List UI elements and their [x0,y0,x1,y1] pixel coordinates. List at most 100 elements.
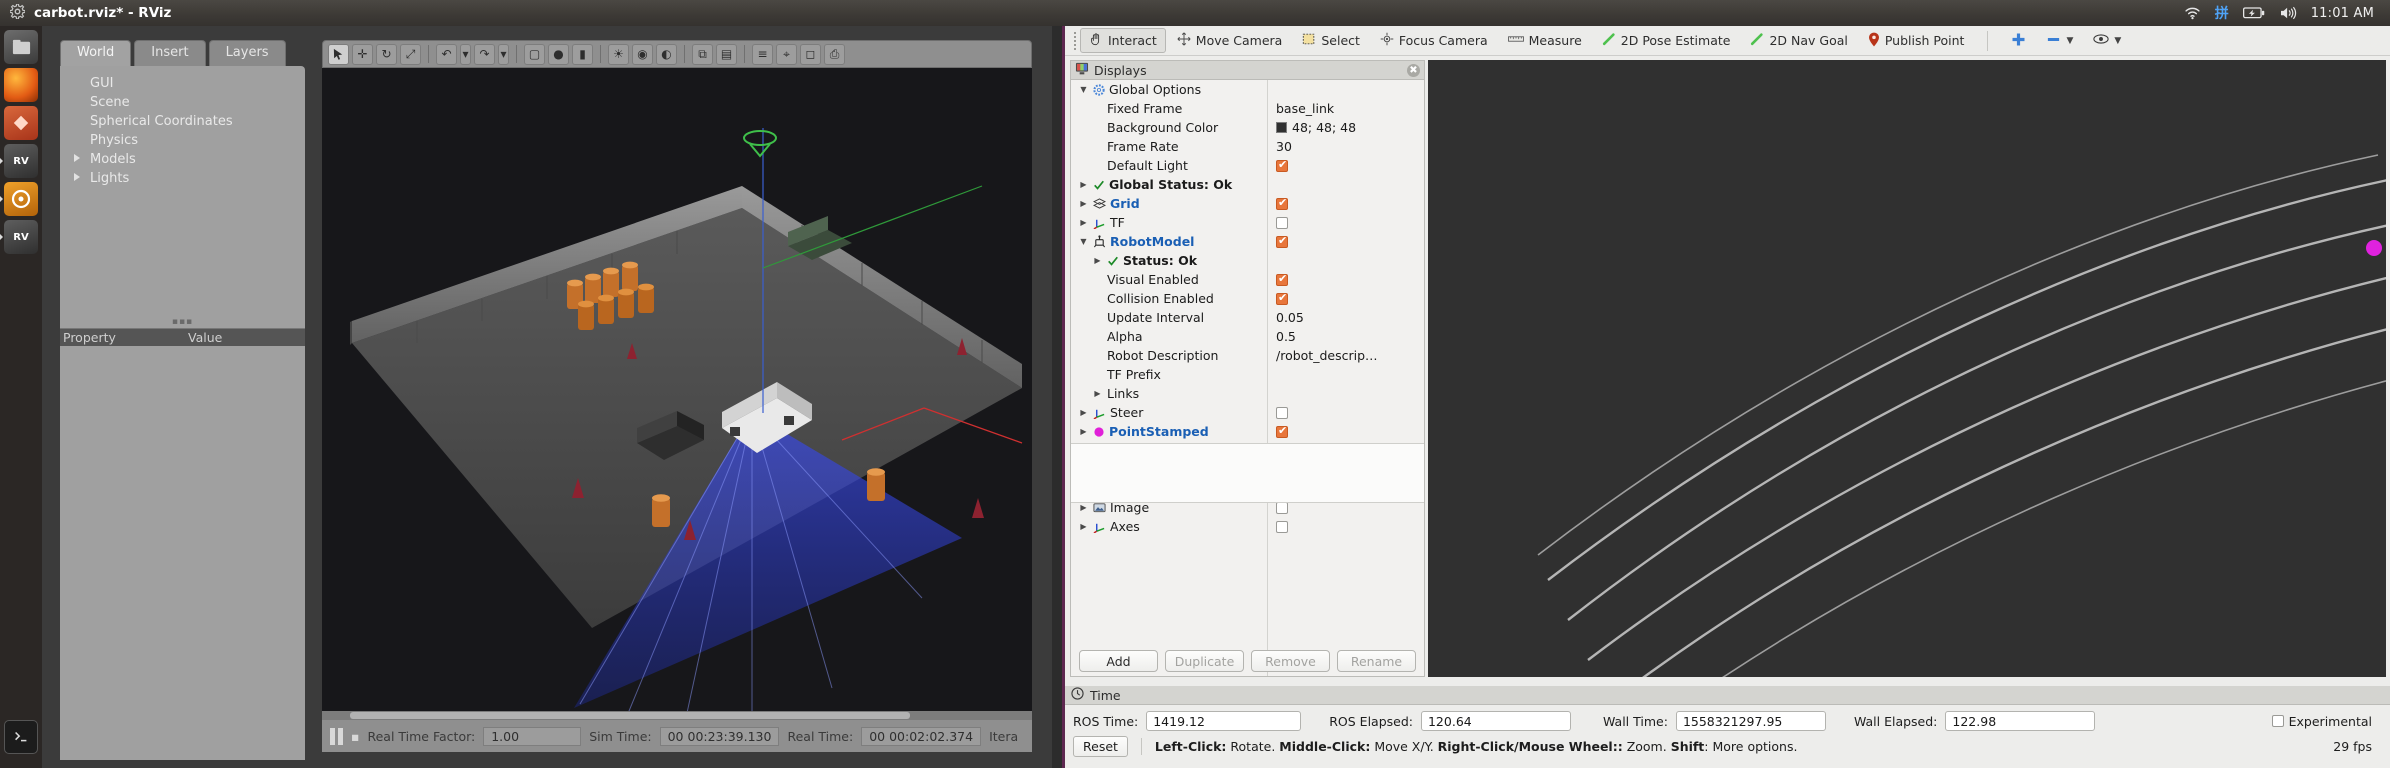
scale-icon[interactable]: ⤢ [400,44,421,65]
display-row-value[interactable] [1276,426,1288,438]
gazebo-horizontal-scrollbar[interactable] [322,711,1032,720]
display-row-value[interactable] [1276,198,1288,210]
display-row-value[interactable] [1276,407,1288,419]
expand-arrow-models-icon[interactable] [74,154,80,162]
ros-elapsed-input[interactable]: 120.64 [1421,711,1571,731]
display-row-value[interactable] [1276,502,1288,514]
display-row-value[interactable] [1276,217,1288,229]
display-row-collision-enabled[interactable]: Collision Enabled [1071,289,1424,308]
step-icon[interactable]: ▪ [351,729,359,744]
rviz-3d-viewport[interactable] [1428,60,2386,677]
sphere-icon[interactable]: ● [548,44,569,65]
undo-dropdown-icon[interactable]: ▾ [460,44,471,65]
launcher-item-rviz-icon-1[interactable]: RV [4,144,38,178]
world-node-physics[interactable]: Physics [60,131,305,150]
add-button[interactable]: Add [1079,650,1158,672]
clock[interactable]: 11:01 AM [2311,6,2374,21]
collapse-twisty-icon[interactable]: ▼ [1078,85,1089,94]
display-row-default-light[interactable]: Default Light [1071,156,1424,175]
box-icon[interactable]: ▢ [524,44,545,65]
scrollbar-thumb[interactable] [350,712,910,719]
tool-publish-point[interactable]: Publish Point [1859,28,1974,54]
checkbox-checked[interactable] [1276,293,1288,305]
viewport-overlay[interactable] [1428,60,2386,677]
display-row-frame-rate[interactable]: Frame Rate30 [1071,137,1424,156]
chevron-down-icon-2[interactable]: ▼ [2114,36,2121,46]
copy-icon[interactable]: ⧉ [692,44,713,65]
tool-interact[interactable]: Interact [1080,28,1166,53]
display-row-value[interactable]: 30 [1276,139,1292,154]
tool-move-camera[interactable]: Move Camera [1168,28,1292,53]
display-row-robotmodel[interactable]: ▼RobotModel [1071,232,1424,251]
display-row-value[interactable]: 0.05 [1276,310,1304,325]
display-row-background-color[interactable]: Background Color48; 48; 48 [1071,118,1424,137]
tab-world[interactable]: World [60,40,131,66]
display-row-axes[interactable]: ▶Axes [1071,517,1424,536]
expand-twisty-icon[interactable]: ▶ [1078,199,1089,208]
expand-twisty-icon[interactable]: ▶ [1092,389,1103,398]
battery-icon[interactable] [2243,7,2265,19]
experimental-checkbox[interactable] [2272,715,2284,727]
add-tool-button[interactable] [2002,28,2035,54]
wall-time-input[interactable]: 1558321297.95 [1676,711,1826,731]
app-menu-icon[interactable] [10,4,25,23]
launcher-item-rviz-icon-2[interactable]: RV [4,220,38,254]
select-arrow-icon[interactable] [328,44,349,65]
launcher-item-terminal-icon[interactable] [4,720,38,754]
world-node-gui[interactable]: GUI [60,74,305,93]
remove-button[interactable]: Remove [1251,650,1330,672]
launcher-item-firefox-icon[interactable] [4,68,38,102]
redo-icon[interactable]: ↷ [474,44,495,65]
input-method-icon[interactable]: 拼 [2215,3,2229,23]
expand-twisty-icon[interactable]: ▶ [1092,256,1103,265]
screenshot-icon[interactable]: ⎙ [824,44,845,65]
expand-twisty-icon[interactable]: ▶ [1078,180,1089,189]
light-spot-icon[interactable]: ◉ [632,44,653,65]
display-row-links[interactable]: ▶Links [1071,384,1424,403]
checkbox-checked[interactable] [1276,426,1288,438]
tool-2d-pose-estimate[interactable]: 2D Pose Estimate [1593,28,1740,53]
display-row-value[interactable] [1276,293,1288,305]
checkbox-checked[interactable] [1276,236,1288,248]
color-swatch[interactable] [1276,122,1287,133]
display-row-global-options[interactable]: ▼Global Options [1071,80,1424,99]
world-node-lights[interactable]: Lights [60,169,305,188]
world-node-models[interactable]: Models [60,150,305,169]
gazebo-3d-viewport[interactable] [322,68,1032,752]
world-node-scene[interactable]: Scene [60,93,305,112]
snap-icon[interactable]: ⌖ [776,44,797,65]
display-row-status-ok[interactable]: ▶Status: Ok [1071,251,1424,270]
checkbox-unchecked[interactable] [1276,217,1288,229]
display-row-value[interactable] [1276,160,1288,172]
checkbox-unchecked[interactable] [1276,521,1288,533]
undo-icon[interactable]: ↶ [436,44,457,65]
tool-2d-nav-goal[interactable]: 2D Nav Goal [1741,28,1856,53]
display-row-value[interactable]: 0.5 [1276,329,1296,344]
expand-twisty-icon[interactable]: ▶ [1078,408,1089,417]
checkbox-unchecked[interactable] [1276,502,1288,514]
volume-icon[interactable] [2279,6,2297,20]
display-row-robot-description[interactable]: Robot Description/robot_descrip… [1071,346,1424,365]
display-row-value[interactable]: /robot_descrip… [1276,348,1378,363]
ros-time-input[interactable]: 1419.12 [1146,711,1301,731]
chevron-down-icon[interactable]: ▼ [2066,36,2073,46]
wifi-icon[interactable] [2184,6,2201,20]
launcher-item-files-icon[interactable] [4,30,38,64]
align-icon[interactable]: ≡ [752,44,773,65]
tool-measure[interactable]: Measure [1499,29,1591,52]
light-point-icon[interactable]: ☀ [608,44,629,65]
checkbox-checked[interactable] [1276,198,1288,210]
visibility-tool-button[interactable]: ▼ [2084,29,2130,52]
collapse-twisty-icon[interactable]: ▼ [1078,237,1089,246]
expand-twisty-icon[interactable]: ▶ [1078,427,1089,436]
tool-select[interactable]: Select [1293,28,1369,53]
display-row-value[interactable] [1276,521,1288,533]
launcher-item-software-center-icon[interactable] [4,106,38,140]
duplicate-button[interactable]: Duplicate [1165,650,1244,672]
translate-icon[interactable]: ✛ [352,44,373,65]
pause-button-icon[interactable] [330,728,343,745]
tab-insert[interactable]: Insert [134,40,205,66]
expand-twisty-icon[interactable]: ▶ [1078,522,1089,531]
rotate-icon[interactable]: ↻ [376,44,397,65]
remove-tool-button[interactable]: ▼ [2037,28,2082,54]
